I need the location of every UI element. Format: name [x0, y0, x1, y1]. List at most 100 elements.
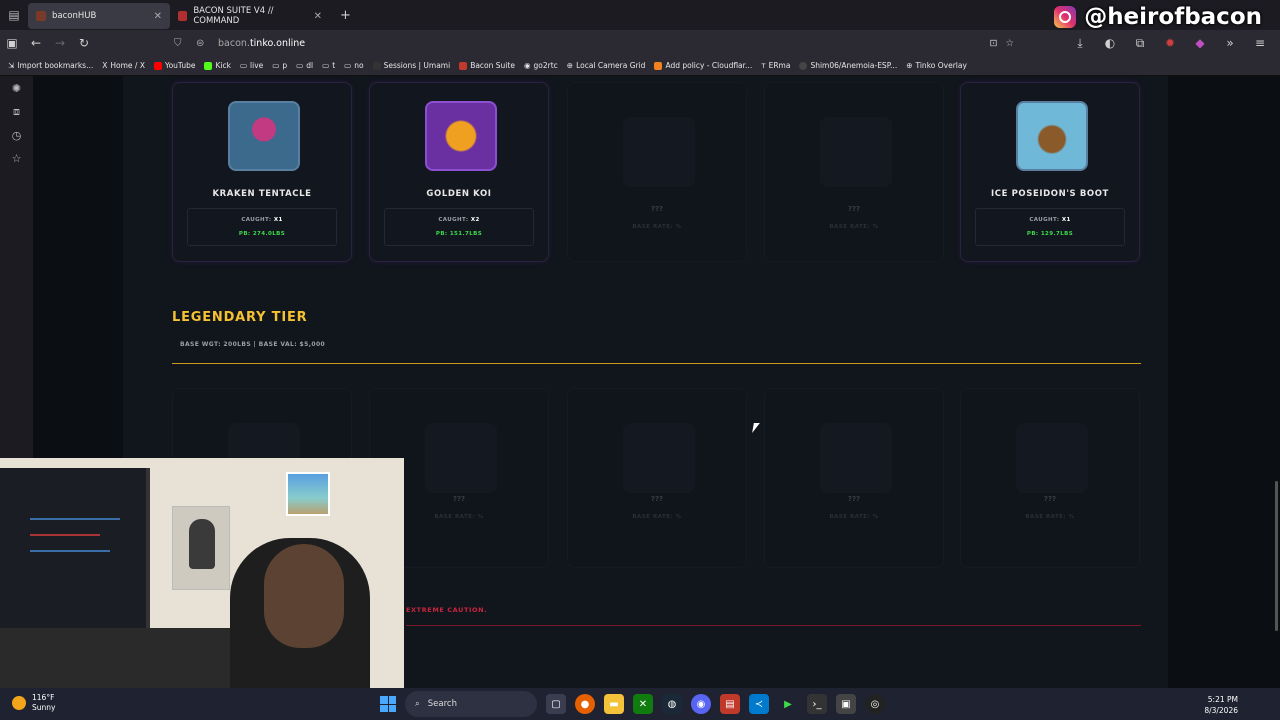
window-icon[interactable]: ▣ [836, 694, 856, 714]
discord-icon[interactable]: ◉ [691, 694, 711, 714]
youtube-icon [153, 61, 162, 70]
sun-icon [12, 696, 26, 710]
taskbar-search[interactable]: ⌕ Search [405, 691, 537, 717]
overflow-icon[interactable]: » [1218, 36, 1242, 51]
account-icon[interactable]: ◐ [1098, 36, 1122, 51]
close-tab-icon[interactable]: ✕ [154, 11, 162, 22]
tab-baconhub[interactable]: baconHUB ✕ [28, 3, 170, 29]
bacon-icon [459, 61, 468, 70]
xbox-icon[interactable]: ✕ [633, 694, 653, 714]
terminal-icon[interactable]: ›_ [807, 694, 827, 714]
fish-name: KRAKEN TENTACLE [212, 189, 312, 199]
instagram-handle: @heirofbacon [1084, 4, 1262, 30]
download-icon[interactable]: ⤓ [1068, 36, 1092, 51]
bookmarks-icon[interactable]: ☆ [12, 152, 22, 165]
extension-icon[interactable]: ◆ [1188, 36, 1212, 51]
warning-text: EXTREME CAUTION. [406, 606, 488, 614]
clock-time: 5:21 PM [1207, 695, 1238, 704]
base-rate: BASE RATE: % [1025, 514, 1075, 520]
fish-card-ice-poseidons-boot[interactable]: ICE POSEIDON'S BOOT CAUGHT: X1 PB: 129.7… [960, 82, 1140, 262]
system-clock[interactable]: 5:21 PM 8/3/2026 [1204, 694, 1238, 716]
fish-card-kraken-tentacle[interactable]: KRAKEN TENTACLE CAUGHT: X1 PB: 274.0LBS [172, 82, 352, 262]
vscode-icon[interactable]: ≺ [749, 694, 769, 714]
locked-fish-placeholder [425, 423, 497, 493]
fish-stats: CAUGHT: X1 PB: 274.0LBS [187, 208, 337, 246]
cloudflare-icon [654, 61, 663, 70]
navigation-toolbar: ▣ ← → ↻ ⛉ ⊜ bacon. tinko.online ⊡ ☆ ⤓ ◐ ⧉… [0, 30, 1280, 56]
locked-fish-placeholder [623, 423, 695, 493]
bookmark-erma[interactable]: ᴛ ERma [761, 61, 790, 70]
bookmark-go2rtc[interactable]: ◉ go2rtc [524, 61, 558, 70]
new-tab-button[interactable]: + [340, 8, 351, 23]
weather-widget[interactable]: 116°F Sunny [12, 693, 55, 713]
locked-fish-placeholder [820, 423, 892, 493]
close-tab-icon[interactable]: ✕ [314, 11, 322, 22]
reader-view-icon[interactable]: ⊡ [990, 38, 998, 49]
menu-icon[interactable]: ≡ [1248, 36, 1272, 51]
bookmark-camera-grid[interactable]: ⊕ Local Camera Grid [567, 61, 646, 70]
extensions-icon[interactable]: ⧉ [1128, 36, 1152, 51]
history-icon[interactable]: ◷ [12, 129, 22, 142]
x-icon: X [102, 61, 108, 70]
base-rate: BASE RATE: % [632, 224, 682, 230]
folder-icon: ▭ [344, 61, 352, 70]
tab-list-icon[interactable]: ▤ [0, 0, 28, 30]
instagram-overlay: @heirofbacon [1054, 4, 1262, 30]
caught-count: X1 [1061, 217, 1071, 223]
bookmark-folder-no[interactable]: ▭ no [344, 61, 363, 70]
url-bar[interactable]: ⛉ ⊜ bacon. tinko.online ⊡ ☆ [174, 32, 1014, 54]
bookmark-folder-p[interactable]: ▭ p [272, 61, 287, 70]
tab-label: BACON SUITE V4 // COMMAND [193, 6, 274, 26]
instagram-icon [1054, 6, 1077, 28]
bookmark-youtube[interactable]: YouTube [153, 61, 195, 70]
bookmark-folder-dl[interactable]: ▭ dl [296, 61, 313, 70]
tier-divider [172, 363, 1141, 364]
sidebar-toggle-icon[interactable]: ▣ [0, 36, 24, 50]
bookmark-star-icon[interactable]: ☆ [1005, 38, 1014, 49]
fish-card-golden-koi[interactable]: GOLDEN KOI CAUGHT: X2 PB: 151.7LBS [369, 82, 549, 262]
ai-chat-icon[interactable]: ✺ [12, 82, 21, 95]
bookmark-home-x[interactable]: X Home / X [102, 61, 145, 70]
forward-icon[interactable]: → [48, 36, 72, 50]
obs-icon[interactable]: ◎ [865, 694, 885, 714]
tab-bar: ▤ baconHUB ✕ BACON SUITE V4 // COMMAND ✕… [0, 0, 1280, 30]
bookmark-sessions[interactable]: Sessions | Umami [372, 61, 450, 70]
task-view-icon[interactable]: ▢ [546, 694, 566, 714]
fish-card-locked: ??? BASE RATE: % [764, 82, 944, 262]
folder-icon: ▭ [296, 61, 304, 70]
firefox-icon[interactable]: ● [575, 694, 595, 714]
file-explorer-icon[interactable]: ▬ [604, 694, 624, 714]
webcam-photo [286, 472, 330, 516]
base-rate: BASE RATE: % [829, 514, 879, 520]
kraken-tentacle-icon [228, 101, 300, 171]
bookmark-import[interactable]: ⇲ Import bookmarks... [8, 61, 93, 70]
bookmarks-bar: ⇲ Import bookmarks... X Home / X YouTube K… [0, 56, 1280, 76]
search-icon: ⌕ [415, 699, 420, 709]
scrollbar-thumb[interactable] [1275, 481, 1278, 631]
back-icon[interactable]: ← [24, 36, 48, 50]
app-icon[interactable]: ▤ [720, 694, 740, 714]
bookmark-kick[interactable]: Kick [204, 61, 231, 70]
unknown-fish-name: ??? [847, 205, 861, 213]
windows-start-icon[interactable] [380, 696, 396, 712]
extension-icon[interactable]: ✹ [1158, 36, 1182, 51]
bookmark-tinko-overlay[interactable]: ⊕ Tinko Overlay [906, 61, 967, 70]
bookmark-cloudflare[interactable]: Add policy - Cloudflar... [654, 61, 752, 70]
site-info-icon[interactable]: ⊜ [196, 38, 218, 49]
tab-favicon [178, 11, 188, 21]
webcam-desk [0, 628, 250, 688]
reload-icon[interactable]: ↻ [72, 36, 96, 50]
fish-card-locked: ??? BASE RATE: % [764, 388, 944, 568]
play-icon[interactable]: ▶ [778, 694, 798, 714]
personal-best: PB: 151.7LBS [435, 231, 483, 237]
url-domain: tinko.online [249, 37, 306, 49]
kick-icon [204, 61, 213, 70]
personal-best: PB: 274.0LBS [238, 231, 286, 237]
bookmark-shim06[interactable]: Shim06/Anemoia-ESP... [799, 61, 897, 70]
tab-bacon-suite[interactable]: BACON SUITE V4 // COMMAND ✕ [170, 3, 330, 29]
bookmark-folder-live[interactable]: ▭ live [240, 61, 263, 70]
steam-icon[interactable]: ◍ [662, 694, 682, 714]
bookmark-folder-t[interactable]: ▭ t [322, 61, 335, 70]
synced-tabs-icon[interactable]: ⧈ [13, 105, 20, 119]
bookmark-bacon-suite[interactable]: Bacon Suite [459, 61, 515, 70]
